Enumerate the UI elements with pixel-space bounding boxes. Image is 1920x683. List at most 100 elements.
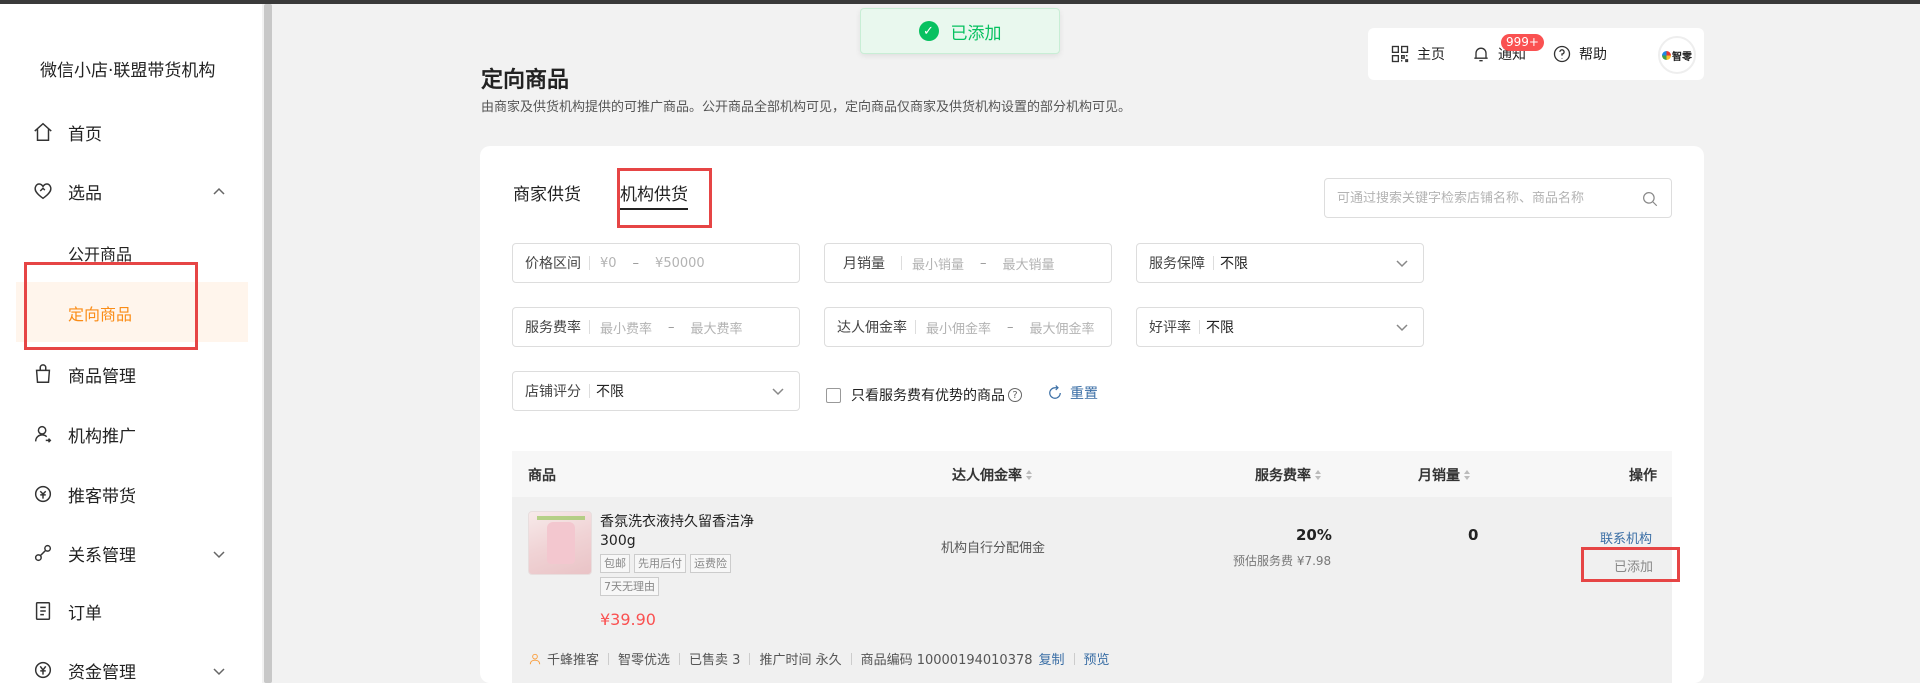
highlight-box-tab bbox=[617, 168, 712, 228]
fee-estimate: 预估服务费 ¥7.98 bbox=[1233, 554, 1332, 568]
logo-icon bbox=[1662, 50, 1671, 60]
table-header: 商品 达人佣金率 服务费率 月销量 操作 bbox=[512, 451, 1672, 497]
rating-select[interactable]: 好评率 不限 bbox=[1136, 307, 1424, 347]
col-service-fee[interactable]: 服务费率 bbox=[1255, 465, 1321, 485]
search-input[interactable] bbox=[1337, 190, 1627, 206]
page-title: 定向商品 bbox=[481, 68, 570, 93]
search-icon bbox=[1643, 192, 1658, 207]
product-name[interactable]: 香氛洗衣液持久留香洁净300g bbox=[600, 513, 760, 551]
contact-org-link[interactable]: 联系机构 bbox=[1600, 528, 1652, 547]
check-icon: ✓ bbox=[918, 21, 939, 41]
sort-icon bbox=[1315, 470, 1321, 480]
sidebar-item-promoter-sales[interactable]: 推客带货 bbox=[32, 479, 136, 509]
toast-text: 已添加 bbox=[950, 23, 1002, 44]
sidebar-item-orders[interactable]: 订单 bbox=[32, 596, 102, 626]
col-product: 商品 bbox=[528, 468, 556, 484]
store-score-select[interactable]: 店铺评分 不限 bbox=[512, 371, 800, 411]
avatar[interactable]: 智零 bbox=[1658, 36, 1696, 74]
help-label: 帮助 bbox=[1579, 47, 1607, 63]
notify-link[interactable]: 通知 999+ bbox=[1471, 34, 1544, 64]
coin-icon bbox=[32, 483, 54, 505]
sort-icon bbox=[1026, 470, 1032, 480]
highlight-box-targeted bbox=[24, 262, 198, 350]
chevron-down-icon[interactable] bbox=[212, 546, 226, 560]
search-box[interactable] bbox=[1324, 178, 1672, 218]
tab-merchant-supply[interactable]: 商家供货 bbox=[513, 180, 581, 205]
chevron-up-icon[interactable] bbox=[212, 184, 226, 198]
monthly-sales-filter[interactable]: 月销量 最小销量 – 最大销量 bbox=[824, 243, 1112, 283]
commission-max-input[interactable]: 最大佣金率 bbox=[1030, 318, 1095, 337]
sidebar-item-label: 订单 bbox=[68, 603, 102, 624]
sidebar-item-label: 推客带货 bbox=[68, 486, 136, 507]
sort-icon bbox=[1464, 470, 1470, 480]
product-meta: 千蜂推客 智零优选 已售卖 3 推广时间 永久 商品编码 10000194010… bbox=[528, 649, 1110, 668]
sidebar-item-selection[interactable]: 选品 bbox=[32, 176, 102, 206]
sidebar-item-label: 首页 bbox=[68, 124, 102, 145]
preview-link[interactable]: 预览 bbox=[1084, 649, 1110, 668]
sidebar-item-org-promotion[interactable]: 机构推广 bbox=[32, 419, 136, 449]
sidebar-scrollbar[interactable] bbox=[264, 4, 272, 683]
sidebar-item-relation-management[interactable]: 关系管理 bbox=[32, 538, 136, 568]
price-min-input[interactable]: ¥0 bbox=[600, 256, 617, 271]
help-icon[interactable]: ? bbox=[1008, 388, 1022, 402]
col-commission[interactable]: 达人佣金率 bbox=[952, 465, 1032, 485]
tag-pay-later: 先用后付 bbox=[634, 554, 686, 573]
yen-icon bbox=[32, 659, 54, 681]
chevron-down-icon bbox=[771, 384, 785, 398]
service-fee-filter[interactable]: 服务费率 最小费率 – 最大费率 bbox=[512, 307, 800, 347]
refresh-icon bbox=[1049, 385, 1061, 399]
home-link[interactable]: 主页 bbox=[1390, 44, 1445, 64]
reset-button[interactable]: 重置 bbox=[1046, 383, 1098, 403]
help-link[interactable]: 帮助 bbox=[1552, 44, 1607, 64]
checkbox[interactable] bbox=[826, 387, 841, 403]
sidebar-item-funds[interactable]: 资金管理 bbox=[32, 655, 136, 683]
sidebar-item-label: 选品 bbox=[68, 183, 102, 204]
fee-min-input[interactable]: 最小费率 bbox=[600, 318, 652, 337]
success-toast: ✓ 已添加 bbox=[860, 8, 1060, 54]
notify-badge: 999+ bbox=[1501, 34, 1544, 51]
sidebar-item-label: 机构推广 bbox=[68, 426, 136, 447]
col-monthly-sales[interactable]: 月销量 bbox=[1418, 465, 1470, 485]
product-price: ¥39.90 bbox=[600, 610, 656, 629]
service-guarantee-select[interactable]: 服务保障 不限 bbox=[1136, 243, 1424, 283]
page-description: 由商家及供货机构提供的可推广商品。公开商品全部机构可见，定向商品仅商家及供货机构… bbox=[481, 100, 1132, 115]
highlight-box-added bbox=[1581, 547, 1680, 582]
heart-tag-icon bbox=[32, 180, 54, 202]
price-max-input[interactable]: ¥50000 bbox=[655, 256, 705, 271]
fee-max-input[interactable]: 最大费率 bbox=[691, 318, 743, 337]
price-range-filter[interactable]: 价格区间 ¥0 – ¥50000 bbox=[512, 243, 800, 283]
sidebar-item-label: 资金管理 bbox=[68, 662, 136, 683]
sidebar-item-product-management[interactable]: 商品管理 bbox=[32, 359, 136, 389]
sidebar-item-home[interactable]: 首页 bbox=[32, 117, 102, 147]
home-icon bbox=[32, 121, 54, 143]
chevron-down-icon bbox=[1395, 256, 1409, 270]
fee-rate-cell: 20% bbox=[1296, 526, 1332, 544]
bell-icon bbox=[1474, 47, 1488, 62]
user-icon bbox=[529, 653, 541, 664]
sales-max-input[interactable]: 最大销量 bbox=[1003, 254, 1055, 273]
sidebar-item-label: 关系管理 bbox=[68, 545, 136, 566]
commission-min-input[interactable]: 最小佣金率 bbox=[926, 318, 991, 337]
relation-icon bbox=[32, 542, 54, 564]
user-promo-icon bbox=[32, 423, 54, 445]
commission-cell: 机构自行分配佣金 bbox=[941, 541, 1046, 556]
monthly-sales-cell: 0 bbox=[1468, 526, 1479, 544]
sales-min-input[interactable]: 最小销量 bbox=[912, 254, 964, 273]
brand-title: 微信小店·联盟带货机构 bbox=[40, 61, 216, 81]
product-thumbnail[interactable] bbox=[528, 511, 592, 575]
chevron-down-icon[interactable] bbox=[212, 663, 226, 677]
order-icon bbox=[32, 600, 54, 622]
product-tags: 包邮 先用后付 运费险 7天无理由 bbox=[600, 554, 760, 596]
home-link-label: 主页 bbox=[1417, 47, 1445, 63]
chevron-down-icon bbox=[1395, 320, 1409, 334]
commission-filter[interactable]: 达人佣金率 最小佣金率 – 最大佣金率 bbox=[824, 307, 1112, 347]
grid-icon bbox=[1391, 45, 1409, 63]
top-border bbox=[0, 0, 1920, 4]
tag-shipping-insurance: 运费险 bbox=[690, 554, 731, 573]
sidebar-item-label: 商品管理 bbox=[68, 366, 136, 387]
advantage-only-checkbox[interactable]: 只看服务费有优势的商品 ? bbox=[826, 385, 1022, 405]
bag-icon bbox=[32, 363, 54, 385]
top-bar: 主页 通知 999+ 帮助 智零 bbox=[1368, 28, 1704, 80]
copy-link[interactable]: 复制 bbox=[1039, 649, 1065, 668]
tag-7-day-return: 7天无理由 bbox=[600, 577, 659, 596]
